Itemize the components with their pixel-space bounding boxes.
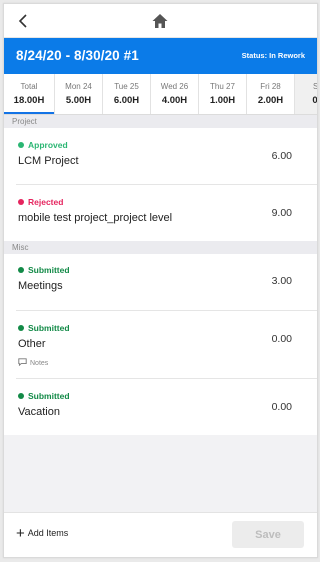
project-list: Approved LCM Project 6.00 Rejected mobil… [4, 128, 317, 241]
status-badge: Submitted [18, 323, 70, 333]
day-name: Sat [295, 82, 317, 92]
section-header-project: Project [4, 115, 317, 128]
tab-mon-24[interactable]: Mon 24 5.00H [55, 74, 103, 114]
status-badge: Submitted [18, 265, 70, 275]
day-hours: 5.00H [65, 95, 92, 106]
status-text: Rejected [28, 197, 64, 207]
plus-icon: + [16, 525, 25, 542]
day-name: Total [20, 82, 38, 91]
status-badge: Approved [18, 140, 68, 150]
status-dot-icon [18, 142, 24, 148]
item-hours: 3.00 [271, 275, 292, 287]
add-items-button[interactable]: + Add Items [16, 525, 69, 542]
status-badge: Rejected [18, 197, 63, 207]
period-title: 8/24/20 - 8/30/20 #1 [16, 48, 139, 63]
status-dot-icon [18, 267, 24, 273]
add-items-label: Add Items [27, 528, 69, 538]
item-name: Vacation [18, 406, 60, 418]
notes-label: Notes [30, 360, 49, 367]
status-text: Submitted [28, 323, 70, 333]
status-dot-icon [18, 199, 24, 205]
tab-wed-26[interactable]: Wed 26 4.00H [151, 74, 199, 114]
timesheet-header: 8/24/20 - 8/30/20 #1 Status: In Rework [4, 38, 317, 74]
timesheet-app: 8/24/20 - 8/30/20 #1 Status: In Rework T… [3, 3, 318, 558]
status-label: Status: In Rework [241, 51, 305, 60]
status-badge: Submitted [18, 391, 70, 401]
day-hours: 6.00H [113, 95, 140, 106]
tab-tue-25[interactable]: Tue 25 6.00H [103, 74, 151, 114]
home-icon [152, 14, 168, 28]
footer-bar: + Add Items Save [4, 512, 317, 557]
day-name: Thu 27 [210, 82, 235, 91]
status-text: Approved [28, 140, 68, 150]
tab-thu-27[interactable]: Thu 27 1.00H [199, 74, 247, 114]
status-dot-icon [18, 393, 24, 399]
day-hours: 4.00H [161, 95, 188, 106]
item-name: Other [18, 338, 46, 350]
status-text: Submitted [28, 265, 70, 275]
tab-fri-28[interactable]: Fri 28 2.00H [247, 74, 295, 114]
home-button[interactable] [150, 11, 170, 31]
misc-list: Submitted Meetings 3.00 Submitted Other … [4, 254, 317, 435]
day-name: Wed 26 [160, 82, 189, 91]
list-item[interactable]: Submitted Other 0.00 Notes [16, 311, 317, 379]
section-header-misc: Misc [4, 241, 317, 254]
back-button[interactable] [14, 11, 34, 31]
day-hours: 0.0 [295, 95, 317, 106]
item-hours: 9.00 [271, 207, 292, 219]
day-name: Tue 25 [114, 82, 139, 91]
day-name: Mon 24 [65, 82, 92, 91]
list-item[interactable]: Submitted Vacation 0.00 [16, 379, 317, 435]
list-item[interactable]: Submitted Meetings 3.00 [16, 254, 317, 311]
day-name: Fri 28 [260, 82, 281, 91]
tab-sat[interactable]: Sat 0.0 [295, 74, 317, 114]
status-text: Submitted [28, 391, 70, 401]
list-item[interactable]: Approved LCM Project 6.00 [16, 128, 317, 185]
list-item[interactable]: Rejected mobile test project_project lev… [16, 185, 317, 241]
chevron-left-icon [18, 14, 27, 28]
day-hours: 1.00H [209, 95, 236, 106]
top-nav-bar [4, 4, 317, 38]
save-button[interactable]: Save [232, 521, 304, 548]
item-hours: 0.00 [271, 333, 292, 345]
day-tabs: Total 18.00H Mon 24 5.00H Tue 25 6.00H W… [4, 74, 317, 115]
item-name: mobile test project_project level [18, 212, 173, 224]
speech-bubble-icon [18, 358, 27, 367]
item-name: LCM Project [18, 155, 79, 167]
item-hours: 6.00 [271, 150, 292, 162]
day-hours: 2.00H [257, 95, 284, 106]
item-name: Meetings [18, 280, 63, 292]
item-hours: 0.00 [271, 401, 292, 413]
status-dot-icon [18, 325, 24, 331]
notes-link[interactable]: Notes [18, 358, 48, 367]
tab-total[interactable]: Total 18.00H [4, 74, 55, 114]
day-hours: 18.00H [13, 95, 45, 106]
